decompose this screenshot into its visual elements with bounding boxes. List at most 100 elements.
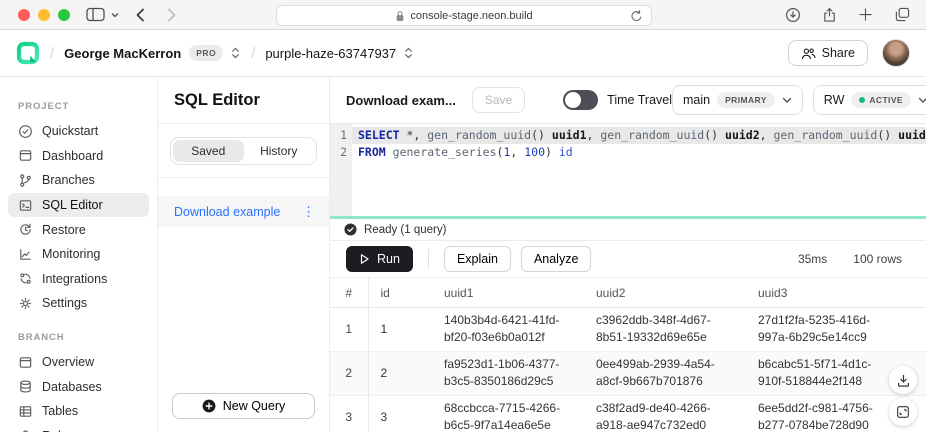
column-header-uuid2[interactable]: uuid2: [584, 278, 746, 308]
downloads-icon[interactable]: [785, 7, 801, 23]
sidebar-item-restore[interactable]: Restore: [8, 217, 149, 242]
cell: c3962ddb-348f-4d67-8b51-19332d69e65e: [584, 308, 746, 352]
column-header-uuid1[interactable]: uuid1: [432, 278, 584, 308]
line-number: 2: [330, 144, 352, 161]
check-circle-icon: [18, 124, 33, 139]
saved-query-item[interactable]: Download example ⋮: [158, 196, 329, 227]
address-bar[interactable]: console-stage.neon.build: [276, 5, 652, 26]
sidebar-item-label: Overview: [42, 355, 94, 369]
new-tab-icon[interactable]: [858, 7, 873, 22]
sidebar-item-integrations[interactable]: Integrations: [8, 267, 149, 292]
sidebar-item-roles[interactable]: Roles: [8, 424, 149, 432]
forward-button[interactable]: [167, 8, 177, 22]
sidebar-item-tables[interactable]: Tables: [8, 399, 149, 424]
roles-icon: [18, 428, 33, 432]
tab-saved[interactable]: Saved: [173, 140, 244, 162]
project-name[interactable]: purple-haze-63747937: [265, 46, 396, 61]
time-travel-toggle[interactable]: [563, 90, 598, 110]
column-header--[interactable]: #: [330, 278, 368, 308]
sidebar-item-label: Branches: [42, 173, 95, 187]
sidebar-item-sql-editor[interactable]: SQL Editor: [8, 193, 149, 218]
run-button[interactable]: Run: [346, 246, 413, 272]
project-switcher-icon[interactable]: [403, 46, 414, 60]
column-header-id[interactable]: id: [368, 278, 432, 308]
results-table-container: #iduuid1uuid2uuid3 11140b3b4d-6421-41fd-…: [330, 277, 926, 432]
close-window-button[interactable]: [18, 9, 30, 21]
sidebar-item-label: Integrations: [42, 272, 107, 286]
new-query-button[interactable]: New Query: [172, 393, 315, 419]
sidebar-item-label: Settings: [42, 296, 87, 310]
tab-history[interactable]: History: [244, 140, 315, 162]
query-title[interactable]: Download exam...: [346, 93, 456, 108]
reload-icon[interactable]: [630, 9, 643, 23]
code-text: FROM generate_series(1, 100) id: [352, 144, 926, 161]
branch-select[interactable]: main PRIMARY: [672, 85, 803, 115]
download-results-button[interactable]: [889, 366, 917, 394]
status-bar: Ready (1 query): [330, 219, 926, 241]
sidebar-item-monitoring[interactable]: Monitoring: [8, 242, 149, 267]
databases-icon: [18, 379, 33, 394]
cell: 2: [368, 351, 432, 395]
save-button[interactable]: Save: [472, 87, 525, 113]
check-circle-filled-icon: [344, 223, 357, 236]
zoom-window-button[interactable]: [58, 9, 70, 21]
share-icon[interactable]: [822, 7, 837, 23]
cell: fa9523d1-1b06-4377-b3c5-8350186d29c5: [432, 351, 584, 395]
org-switcher-icon[interactable]: [230, 46, 241, 60]
back-button[interactable]: [135, 8, 145, 22]
sidebar-item-dashboard[interactable]: Dashboard: [8, 144, 149, 169]
expand-results-button[interactable]: [889, 398, 917, 426]
sql-editor-icon: [18, 198, 33, 213]
overview-icon: [18, 355, 33, 370]
cell: 27d1f2fa-5235-416d-997a-6b29c5e14cc9: [746, 308, 926, 352]
avatar[interactable]: [882, 39, 910, 67]
branch-select-value: main: [683, 93, 710, 107]
row-count: 100 rows: [853, 252, 902, 266]
share-button[interactable]: Share: [788, 40, 868, 66]
sidebar-item-label: Tables: [42, 404, 78, 418]
active-badge: ACTIVE: [851, 92, 911, 108]
cell: 2: [330, 351, 368, 395]
results-toolbar: Run Explain Analyze 35ms 100 rows: [330, 241, 926, 277]
cell: 3: [368, 395, 432, 432]
sidebar-toggle-icon[interactable]: [86, 7, 105, 22]
status-text: Ready (1 query): [364, 224, 446, 236]
tab-overview-icon[interactable]: [894, 7, 910, 22]
sql-code-editor[interactable]: 1SELECT *, gen_random_uuid() uuid1, gen_…: [330, 124, 926, 219]
people-icon: [801, 47, 816, 60]
sidebar-item-branches[interactable]: Branches: [8, 168, 149, 193]
chevron-down-icon[interactable]: [111, 12, 119, 18]
table-row[interactable]: 3368ccbcca-7715-4266-b6c5-9f7a14ea6e5ec3…: [330, 395, 926, 432]
minimize-window-button[interactable]: [38, 9, 50, 21]
plus-circle-icon: [202, 399, 216, 413]
org-name[interactable]: George MacKerron: [64, 46, 181, 61]
compute-select[interactable]: RW ACTIVE: [813, 85, 926, 115]
explain-button[interactable]: Explain: [444, 246, 511, 272]
table-row[interactable]: 11140b3b4d-6421-41fd-bf20-f03e6b0a012fc3…: [330, 308, 926, 352]
sidebar-item-settings[interactable]: Settings: [8, 291, 149, 316]
sidebar-item-quickstart[interactable]: Quickstart: [8, 119, 149, 144]
window-controls: [0, 9, 70, 21]
code-line[interactable]: 2FROM generate_series(1, 100) id: [330, 144, 926, 161]
query-duration: 35ms: [798, 252, 827, 266]
code-line[interactable]: 1SELECT *, gen_random_uuid() uuid1, gen_…: [330, 127, 926, 144]
query-toolbar: Download exam... Save Time Travel main P…: [330, 77, 926, 124]
results-table: #iduuid1uuid2uuid3 11140b3b4d-6421-41fd-…: [330, 277, 926, 432]
code-text: SELECT *, gen_random_uuid() uuid1, gen_r…: [352, 127, 926, 144]
sidebar-item-databases[interactable]: Databases: [8, 374, 149, 399]
sidebar-item-label: Monitoring: [42, 247, 100, 261]
divider: [158, 177, 329, 178]
settings-icon: [18, 296, 33, 311]
run-button-label: Run: [377, 252, 400, 266]
dashboard-icon: [18, 148, 33, 163]
sidebar-item-overview[interactable]: Overview: [8, 350, 149, 375]
table-row[interactable]: 22fa9523d1-1b06-4377-b3c5-8350186d29c50e…: [330, 351, 926, 395]
sidebar-item-label: Restore: [42, 223, 86, 237]
analyze-button[interactable]: Analyze: [521, 246, 591, 272]
column-header-uuid3[interactable]: uuid3: [746, 278, 926, 308]
sidebar-item-label: Dashboard: [42, 149, 103, 163]
sidebar-item-label: Quickstart: [42, 124, 98, 138]
kebab-menu-icon[interactable]: ⋮: [302, 204, 315, 220]
neon-logo[interactable]: [16, 41, 40, 65]
editor-panel: Download exam... Save Time Travel main P…: [330, 77, 926, 432]
